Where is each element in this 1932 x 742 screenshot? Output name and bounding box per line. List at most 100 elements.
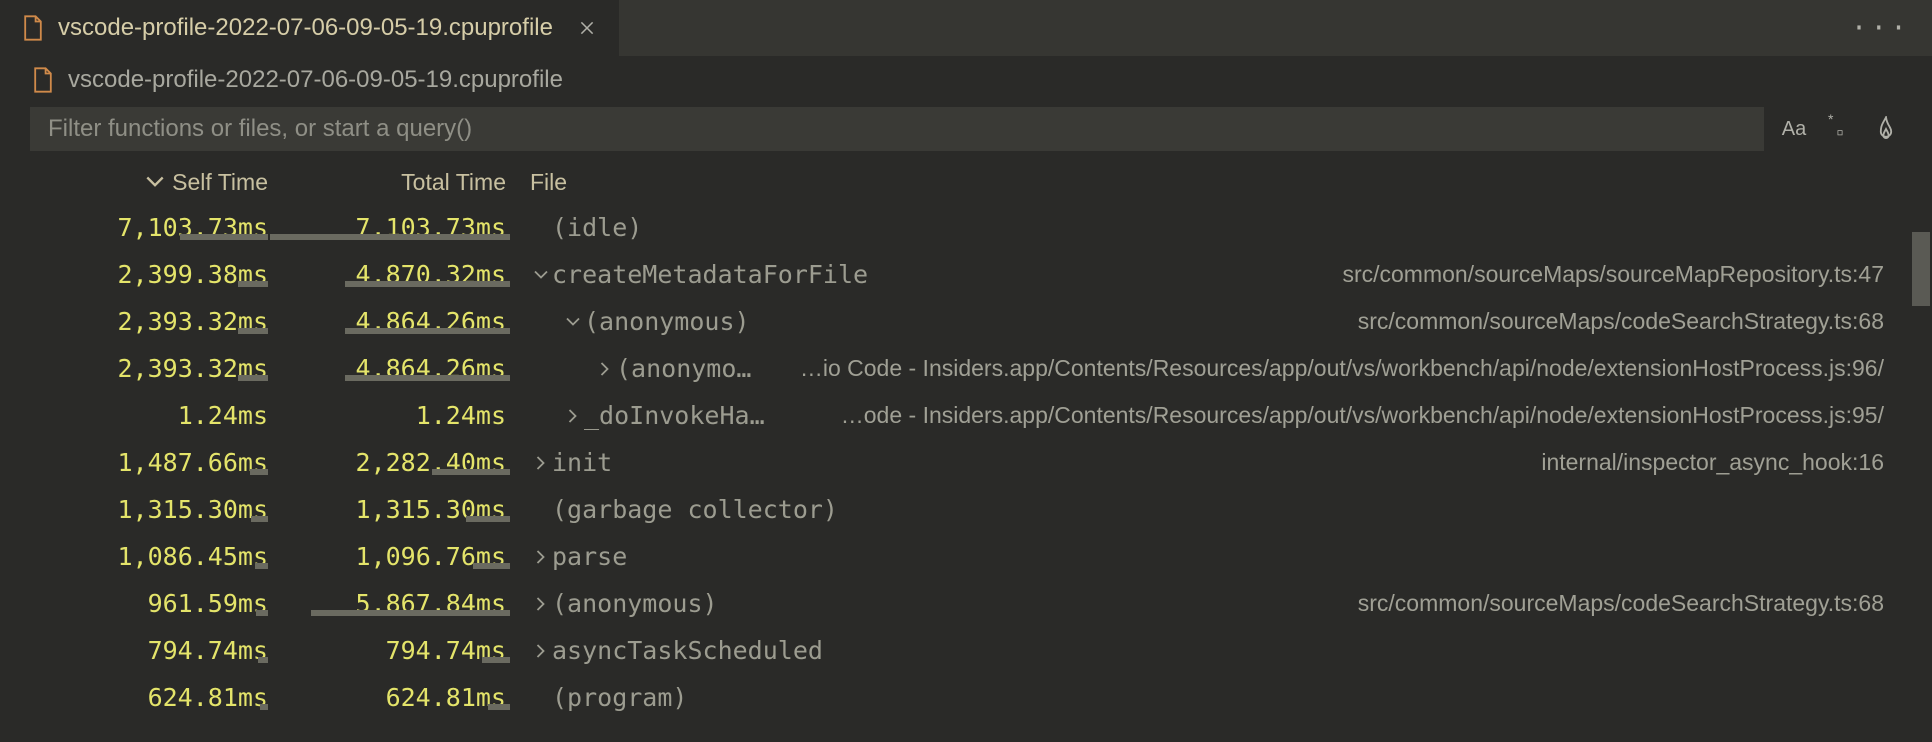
column-label: Total Time (401, 169, 506, 195)
table-row[interactable]: 624.81ms624.81ms (program) (0, 674, 1932, 721)
table-row[interactable]: 7,103.73ms7,103.73ms (idle) (0, 204, 1932, 251)
self-time-cell: 624.81ms (0, 683, 272, 712)
function-name: asyncTaskScheduled (552, 636, 823, 665)
self-time-bar (238, 328, 268, 334)
function-name: init (552, 448, 612, 477)
function-cell: (garbage collector) (514, 495, 838, 524)
function-name: _doInvokeHa… (584, 401, 765, 430)
total-time-cell: 4,870.32ms (272, 260, 514, 289)
function-cell: _doInvokeHa… (514, 401, 765, 430)
total-time-bar (488, 704, 510, 710)
table-row[interactable]: 961.59ms5,867.84ms(anonymous)src/common/… (0, 580, 1932, 627)
function-name: (program) (552, 683, 687, 712)
self-time-bar (250, 469, 268, 475)
table-row[interactable]: 794.74ms794.74msasyncTaskScheduled (0, 627, 1932, 674)
function-name: (anonymo… (616, 354, 751, 383)
chevron-right-icon[interactable] (594, 362, 616, 376)
function-name: (anonymous) (552, 589, 718, 618)
table-row[interactable]: 1,315.30ms1,315.30ms(garbage collector) (0, 486, 1932, 533)
total-time-bar (466, 516, 510, 522)
self-time-bar (238, 375, 268, 381)
total-time-cell: 4,864.26ms (272, 354, 514, 383)
chevron-right-icon[interactable] (530, 550, 552, 564)
chevron-down-icon (146, 172, 164, 193)
self-time-cell: 1,315.30ms (0, 495, 272, 524)
self-time-bar (255, 563, 268, 569)
table-row[interactable]: 1,086.45ms1,096.76msparse (0, 533, 1932, 580)
self-time-bar (238, 281, 268, 287)
self-time-bar (258, 657, 268, 663)
chevron-down-icon[interactable] (562, 317, 584, 327)
total-time-cell: 7,103.73ms (272, 213, 514, 242)
total-time-bar (311, 610, 510, 616)
table-row[interactable]: 2,393.32ms4,864.26ms(anonymous)src/commo… (0, 298, 1932, 345)
column-self-time[interactable]: Self Time (0, 169, 272, 196)
total-time-cell: 1.24ms (272, 401, 514, 430)
file-icon (22, 15, 44, 41)
editor-actions: ··· (1851, 0, 1932, 56)
chevron-right-icon[interactable] (562, 409, 584, 423)
file-icon (32, 67, 54, 93)
flame-icon[interactable] (1870, 113, 1902, 145)
tab-spacer (619, 0, 1851, 56)
column-file[interactable]: File (514, 169, 567, 196)
editor-tab[interactable]: vscode-profile-2022-07-06-09-05-19.cpupr… (0, 0, 619, 56)
close-icon[interactable] (573, 14, 601, 42)
chevron-right-icon[interactable] (530, 456, 552, 470)
function-cell: (program) (514, 683, 687, 712)
column-label: Self Time (172, 169, 268, 196)
self-time-bar (251, 516, 268, 522)
total-time-cell: 5,867.84ms (272, 589, 514, 618)
total-time-cell: 624.81ms (272, 683, 514, 712)
regex-button[interactable]: ▫* (1824, 113, 1856, 145)
total-time-cell: 1,315.30ms (272, 495, 514, 524)
function-cell: (anonymous) (514, 307, 750, 336)
function-name: (anonymous) (584, 307, 750, 336)
self-time-bar (260, 704, 268, 710)
function-name: createMetadataForFile (552, 260, 868, 289)
tab-label: vscode-profile-2022-07-06-09-05-19.cpupr… (58, 14, 553, 42)
self-time-cell: 2,399.38ms (0, 260, 272, 289)
self-time-cell: 794.74ms (0, 636, 272, 665)
total-time-bar (482, 657, 510, 663)
function-name: parse (552, 542, 627, 571)
table-header: Self Time Total Time File (0, 160, 1932, 204)
chevron-down-icon[interactable] (530, 270, 552, 280)
total-time-cell: 4,864.26ms (272, 307, 514, 336)
file-cell: internal/inspector_async_hook:16 (612, 449, 1932, 476)
self-time-bar (256, 610, 268, 616)
scrollbar-thumb[interactable] (1912, 232, 1930, 306)
table-row[interactable]: 2,393.32ms4,864.26ms(anonymo……io Code - … (0, 345, 1932, 392)
match-case-button[interactable]: Aa (1778, 113, 1810, 145)
chevron-right-icon[interactable] (530, 597, 552, 611)
filter-row: Aa ▫* (0, 104, 1932, 154)
self-time-bar (180, 234, 268, 240)
function-cell: parse (514, 542, 627, 571)
function-cell: (idle) (514, 213, 642, 242)
self-time-cell: 7,103.73ms (0, 213, 272, 242)
function-cell: init (514, 448, 612, 477)
filter-input[interactable] (30, 107, 1764, 151)
file-cell: src/common/sourceMaps/codeSearchStrategy… (718, 590, 1932, 617)
chevron-right-icon[interactable] (530, 644, 552, 658)
total-time-cell: 2,282.40ms (272, 448, 514, 477)
table-row[interactable]: 1,487.66ms2,282.40msinitinternal/inspect… (0, 439, 1932, 486)
more-actions-icon[interactable]: ··· (1851, 13, 1910, 44)
tab-bar: vscode-profile-2022-07-06-09-05-19.cpupr… (0, 0, 1932, 56)
total-time-bar (345, 328, 510, 334)
total-time-bar (473, 563, 510, 569)
total-time-cell: 1,096.76ms (272, 542, 514, 571)
column-label: File (530, 169, 567, 195)
table-row[interactable]: 2,399.38ms4,870.32ms createMetadataForFil… (0, 251, 1932, 298)
self-time-cell: 2,393.32ms (0, 307, 272, 336)
function-cell: (anonymous) (514, 589, 718, 618)
total-time-bar (345, 375, 510, 381)
total-time-bar (345, 281, 510, 287)
self-time-cell: 1.24ms (0, 401, 272, 430)
table-row[interactable]: 1.24ms1.24ms_doInvokeHa……ode - Insiders.… (0, 392, 1932, 439)
function-cell: (anonymo… (514, 354, 751, 383)
file-cell: …io Code - Insiders.app/Contents/Resourc… (751, 355, 1932, 382)
function-name: (idle) (552, 213, 642, 242)
breadcrumb[interactable]: vscode-profile-2022-07-06-09-05-19.cpupr… (0, 56, 1932, 104)
column-total-time[interactable]: Total Time (272, 169, 514, 196)
